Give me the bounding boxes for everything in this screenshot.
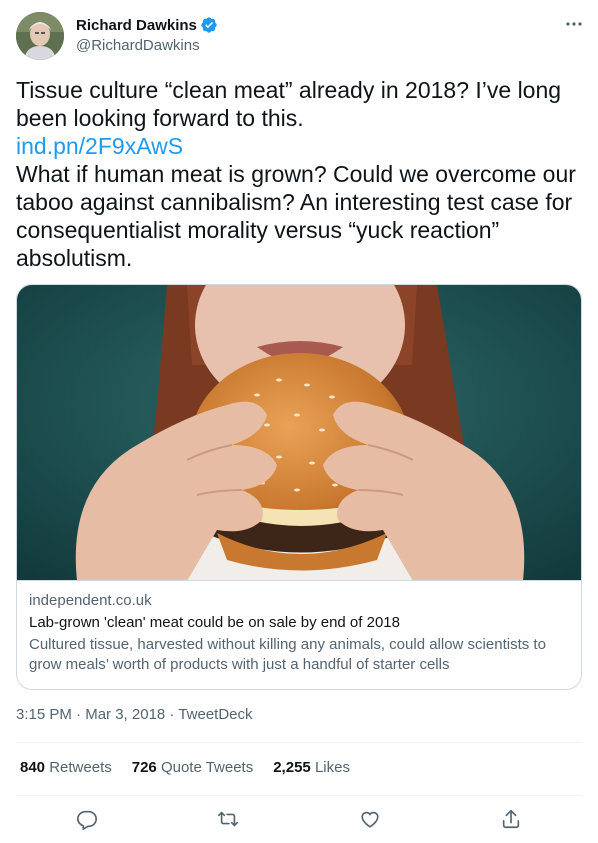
tweet-link[interactable]: ind.pn/2F9xAwS	[16, 133, 183, 159]
link-preview-card[interactable]: independent.co.uk Lab-grown 'clean' meat…	[16, 284, 582, 690]
tweet-text-line: consequentialist morality versus “yuck r…	[16, 217, 500, 243]
card-description-line: Cultured tissue, harvested without killi…	[29, 636, 546, 653]
author-handle[interactable]: @RichardDawkins	[76, 37, 200, 54]
card-image[interactable]	[17, 285, 581, 581]
tweet-time[interactable]: 3:15 PM	[16, 706, 72, 723]
quote-tweets-stat[interactable]: 726 Quote Tweets	[132, 759, 253, 776]
meta-separator: ·	[165, 706, 179, 723]
tweet-client[interactable]: TweetDeck	[178, 706, 252, 723]
tweet-text-line: been looking forward to this.	[16, 105, 304, 131]
retweets-label: Retweets	[49, 759, 112, 776]
share-icon[interactable]	[491, 803, 531, 835]
divider	[16, 742, 582, 743]
retweets-stat[interactable]: 840 Retweets	[20, 759, 112, 776]
card-domain: independent.co.uk	[29, 592, 152, 609]
likes-stat[interactable]: 2,255 Likes	[273, 759, 350, 776]
author-name[interactable]: Richard Dawkins	[76, 17, 197, 34]
tweet-date[interactable]: Mar 3, 2018	[85, 706, 165, 723]
retweet-icon[interactable]	[208, 803, 248, 835]
burger-photo	[17, 285, 581, 580]
author-name-row[interactable]: Richard Dawkins	[76, 16, 218, 34]
quote-tweets-label: Quote Tweets	[160, 759, 254, 776]
tweet-text: Tissue culture “clean meat” already in 2…	[16, 76, 586, 272]
card-title: Lab-grown 'clean' meat could be on sale …	[29, 614, 400, 631]
quote-tweets-count: 726	[131, 759, 157, 776]
avatar-photo	[16, 12, 64, 60]
tweet-text-line: Tissue culture “clean meat” already in 2…	[16, 77, 562, 103]
tweet-text-line: absolutism.	[16, 245, 133, 271]
tweet-actions	[16, 803, 582, 835]
reply-icon[interactable]	[67, 803, 107, 835]
tweet-meta: 3:15 PM · Mar 3, 2018 · TweetDeck	[16, 706, 253, 723]
divider	[16, 795, 582, 796]
tweet-stats: 840 Retweets 726 Quote Tweets 2,255 Like…	[20, 759, 370, 776]
likes-label: Likes	[314, 759, 350, 776]
card-description-line: grow meals’ worth of products with just …	[29, 656, 450, 673]
verified-badge-icon	[200, 16, 218, 34]
likes-count: 2,255	[273, 759, 311, 776]
tweet-text-line: What if human meat is grown? Could we ov…	[16, 161, 576, 187]
like-icon[interactable]	[350, 803, 390, 835]
retweets-count: 840	[20, 759, 46, 776]
card-body[interactable]: independent.co.uk Lab-grown 'clean' meat…	[29, 591, 569, 675]
meta-separator: ·	[71, 706, 86, 723]
tweet-text-line: taboo against cannibalism? An interestin…	[16, 189, 573, 215]
more-options-icon[interactable]	[562, 12, 586, 36]
card-description: Cultured tissue, harvested without killi…	[29, 635, 569, 675]
tweet-header: Richard Dawkins @RichardDawkins	[16, 12, 586, 62]
avatar[interactable]	[16, 12, 64, 60]
